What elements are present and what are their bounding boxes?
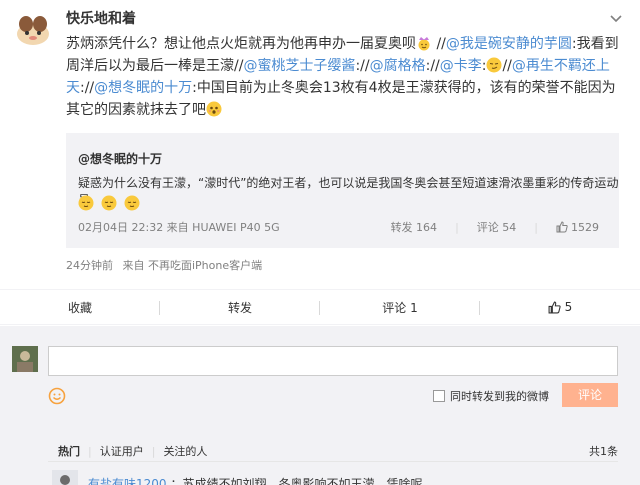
- also-repost-checkbox[interactable]: [433, 390, 445, 402]
- post-text-segment: 苏炳添凭什么？想让他点火炬就再为他再申办一届夏奥呗: [66, 36, 416, 52]
- divider: |: [151, 444, 156, 458]
- comment-row: 有盐有味1200 ：苏成绩不如刘翔，冬奥影响不如王濛，凭啥呢: [52, 470, 423, 485]
- mention-link[interactable]: @腐格格: [370, 58, 426, 74]
- repost-author[interactable]: @想冬眠的十万: [78, 150, 162, 167]
- comment-input[interactable]: [48, 346, 618, 376]
- sleepy-face-icon: [101, 195, 117, 211]
- action-bar: 收藏 转发 评论 1 5: [0, 289, 640, 325]
- comment-area: 同时转发到我的微博 评论 热门 | 认证用户 | 关注的人 共1条 有盐有味12…: [0, 326, 640, 485]
- post-text: 苏炳添凭什么？想让他点火炬就再为他再申办一届夏奥呗 //@我是碗安静的芋圆:我看…: [66, 33, 624, 121]
- divider: |: [534, 220, 538, 234]
- comment-tabs: 热门 | 认证用户 | 关注的人: [58, 443, 215, 459]
- collect-button[interactable]: 收藏: [0, 299, 160, 316]
- smiley-icon[interactable]: [48, 387, 66, 405]
- post-text-segment: ://: [355, 58, 370, 74]
- like-count: 1529: [571, 220, 599, 234]
- repost-text: 疑惑为什么没有王濛，“濛时代”的绝对王者，也可以说是我国冬奥会甚至短道速滑浓墨重…: [78, 176, 619, 207]
- repost-stats: 转发 164 | 评论 54 | 1529: [391, 219, 599, 235]
- chevron-down-icon[interactable]: [608, 10, 624, 26]
- mention-link[interactable]: @卡李: [440, 58, 482, 74]
- comment-label: 评论 1: [382, 300, 418, 315]
- comment-button[interactable]: 评论 1: [320, 299, 480, 316]
- divider: [48, 461, 618, 462]
- sleepy-face-icon: [124, 195, 140, 211]
- post-text-segment: //: [430, 58, 440, 74]
- mention-link[interactable]: @蜜桃芝士子缨酱: [243, 58, 355, 74]
- commenter-avatar[interactable]: [52, 470, 78, 485]
- sleepy-face-icon: [78, 195, 94, 211]
- also-repost-label[interactable]: 同时转发到我的微博: [450, 388, 549, 404]
- mention-link[interactable]: @我是碗安静的芋圆: [446, 36, 572, 52]
- crown-face-icon: [416, 35, 432, 51]
- comment-count[interactable]: 评论 54: [477, 219, 517, 235]
- repost-count[interactable]: 转发 164: [391, 219, 438, 235]
- post-text-segment: //: [502, 58, 512, 74]
- repost-box[interactable]: @想冬眠的十万 疑惑为什么没有王濛，“濛时代”的绝对王者，也可以说是我国冬奥会甚…: [66, 133, 619, 248]
- post-text-segment: //: [432, 36, 446, 52]
- wow-face-icon: [206, 101, 222, 117]
- tab-following[interactable]: 关注的人: [163, 443, 215, 459]
- post-meta: 24分钟前 来自 不再吃面iPhone客户端: [66, 257, 268, 273]
- divider: |: [88, 444, 92, 458]
- comment-submit-button[interactable]: 评论: [562, 383, 618, 407]
- tab-hot[interactable]: 热门: [58, 443, 88, 459]
- like-count: 5: [564, 300, 573, 314]
- post-text-segment: ://: [80, 80, 95, 96]
- thumbs-up-icon: [556, 221, 568, 233]
- mention-link[interactable]: @想冬眠的十万: [94, 80, 192, 96]
- post-username[interactable]: 快乐地和着: [66, 8, 136, 28]
- repost-button[interactable]: 转发: [160, 299, 320, 316]
- my-avatar[interactable]: [12, 346, 38, 372]
- comment-text: ：苏成绩不如刘翔，冬奥影响不如王濛，凭啥呢: [170, 476, 423, 485]
- repost-time[interactable]: 02月04日 22:32 来自 HUAWEI P40 5G: [78, 219, 280, 235]
- user-avatar[interactable]: [12, 8, 54, 50]
- post-time[interactable]: 24分钟前: [66, 259, 113, 272]
- post-source: 来自 不再吃面iPhone客户端: [122, 259, 263, 272]
- divider: |: [455, 220, 459, 234]
- commenter-name[interactable]: 有盐有味1200: [88, 475, 167, 485]
- repost-emojis: [78, 195, 143, 212]
- tab-verified[interactable]: 认证用户: [100, 443, 152, 459]
- repost-label: 转发: [227, 300, 252, 315]
- comment-total: 共1条: [589, 445, 618, 458]
- repost-like-button[interactable]: 1529: [556, 221, 599, 234]
- collect-label: 收藏: [67, 300, 92, 315]
- thumbs-up-icon: [548, 301, 561, 313]
- smirk-face-icon: [486, 57, 502, 73]
- like-button[interactable]: 5: [480, 300, 640, 314]
